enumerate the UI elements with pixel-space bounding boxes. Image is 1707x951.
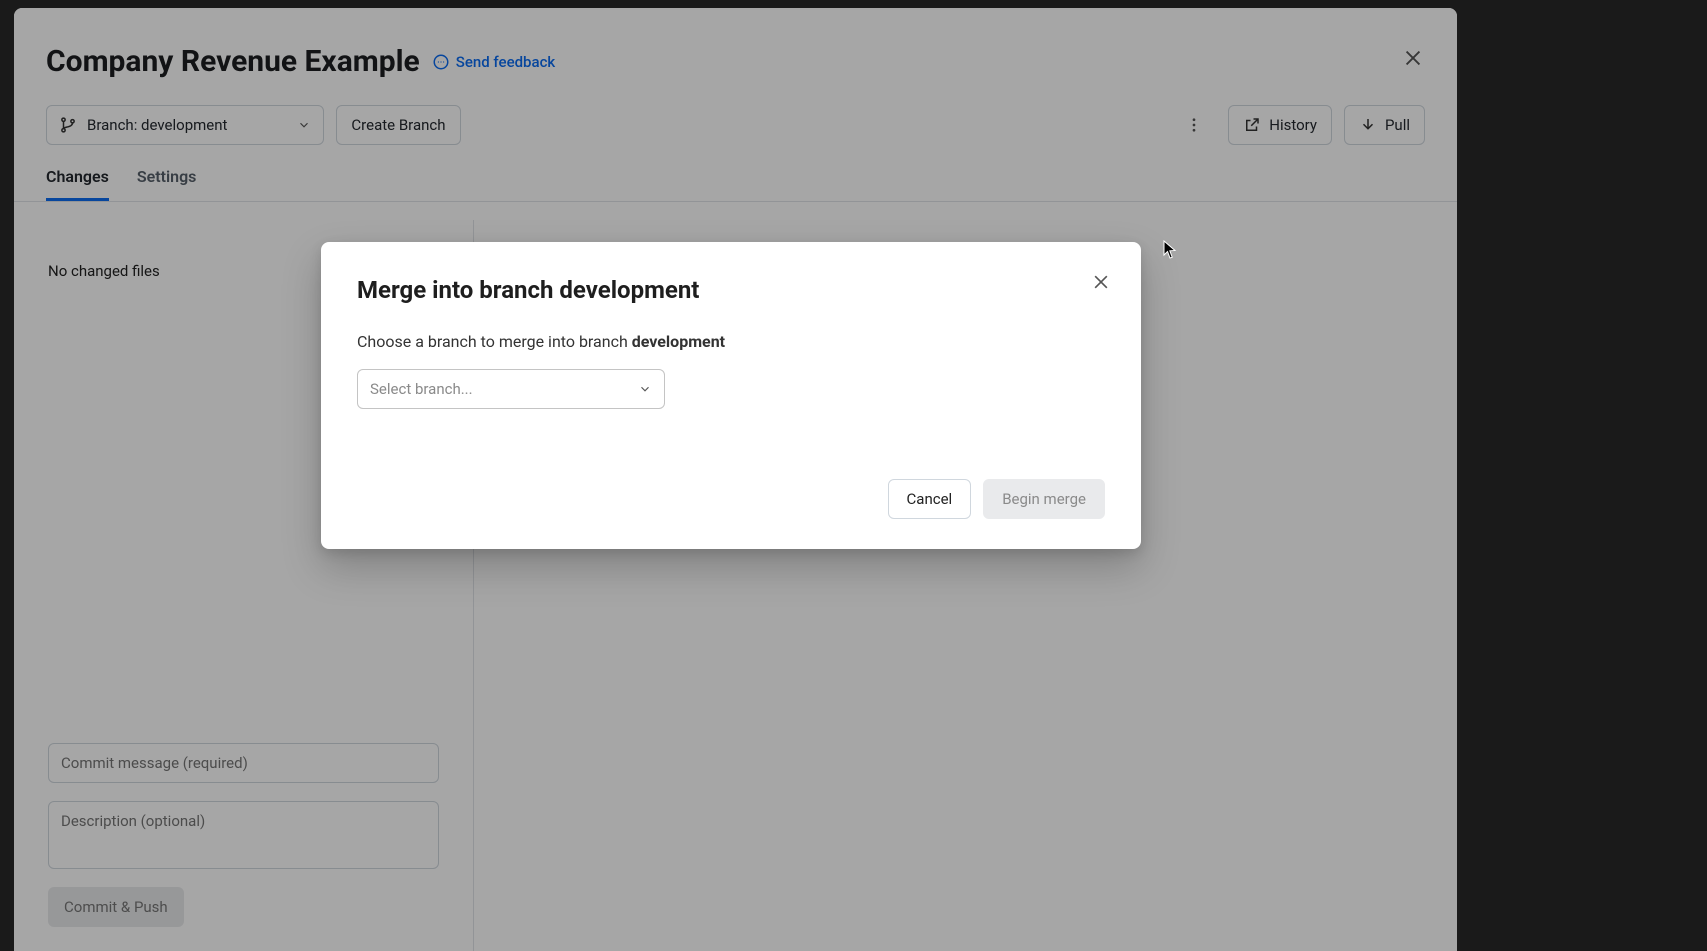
- modal-prompt-prefix: Choose a branch to merge into branch: [357, 332, 632, 351]
- cancel-button[interactable]: Cancel: [888, 479, 972, 519]
- merge-modal: Merge into branch development Choose a b…: [321, 242, 1141, 549]
- chevron-down-icon: [638, 382, 652, 396]
- modal-subtext: Choose a branch to merge into branch dev…: [357, 332, 1105, 351]
- modal-close-button[interactable]: [1087, 268, 1115, 296]
- modal-prompt-branch: development: [632, 332, 725, 351]
- close-icon: [1091, 272, 1111, 292]
- select-branch-placeholder: Select branch...: [370, 380, 473, 398]
- modal-title: Merge into branch development: [357, 276, 1105, 304]
- select-branch-dropdown[interactable]: Select branch...: [357, 369, 665, 409]
- begin-merge-button[interactable]: Begin merge: [983, 479, 1105, 519]
